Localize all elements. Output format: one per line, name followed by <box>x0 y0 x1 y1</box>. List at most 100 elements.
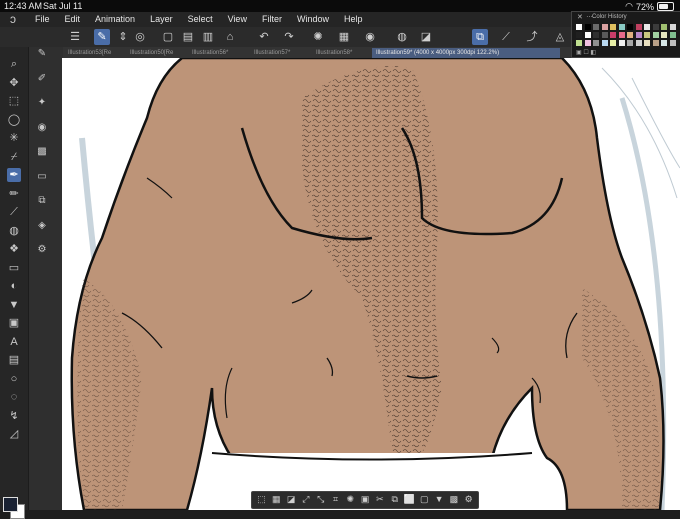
hand-icon[interactable]: ⌂ <box>222 29 238 45</box>
tab-illustration-2[interactable]: Illustration56* <box>188 48 254 58</box>
transform-icon[interactable]: ✺ <box>310 29 326 45</box>
color-swatch[interactable] <box>635 40 642 46</box>
color-swatch[interactable] <box>593 24 599 30</box>
color-swatch[interactable] <box>635 24 642 30</box>
balloon-icon[interactable]: ◌ <box>7 390 21 404</box>
pen-icon[interactable]: ✎ <box>94 29 110 45</box>
stepper-icon[interactable]: ⇕ <box>115 29 131 45</box>
color-swatch[interactable] <box>601 40 608 46</box>
color-swatch[interactable] <box>669 32 676 38</box>
effect-icon[interactable]: ✦ <box>35 96 49 110</box>
decoration-icon[interactable]: ❖ <box>7 242 21 256</box>
color-swatch[interactable] <box>576 40 582 46</box>
color-swatch[interactable] <box>610 24 616 30</box>
wand-icon[interactable]: ✳ <box>7 131 21 145</box>
color-swatch[interactable] <box>610 32 616 38</box>
ellipse-icon[interactable]: ○ <box>7 372 21 386</box>
menu-icon[interactable]: ☰ <box>67 29 83 45</box>
close-icon[interactable]: ✕ <box>577 13 583 21</box>
marker-icon[interactable]: ✐ <box>35 72 49 86</box>
color-swatch[interactable] <box>593 40 599 46</box>
crop-icon[interactable]: ⌗ <box>329 493 342 506</box>
menu-window[interactable]: Window <box>297 14 329 24</box>
zoom-icon[interactable]: ⌕ <box>7 57 21 71</box>
layers-icon[interactable]: ◈ <box>35 219 49 233</box>
color-swatch[interactable] <box>618 24 625 30</box>
color-swatch[interactable] <box>627 32 633 38</box>
color-swatch[interactable] <box>652 40 659 46</box>
color-swatch[interactable] <box>669 24 676 30</box>
tab-illustration-4[interactable]: Illustration58* <box>312 48 376 58</box>
color-swatch[interactable] <box>627 24 633 30</box>
select-all-icon[interactable]: ✺ <box>344 493 357 506</box>
dot-icon[interactable]: ◉ <box>35 121 49 135</box>
pen-tool-icon[interactable]: ✒ <box>7 168 21 182</box>
tab-illustration-5[interactable]: Illustration59* (4000 x 4000px 300dpi 12… <box>372 48 560 58</box>
color-swatch[interactable] <box>610 40 616 46</box>
menu-filter[interactable]: Filter <box>262 14 282 24</box>
color-swatch[interactable] <box>601 24 608 30</box>
ruler-icon[interactable]: ⟋ <box>498 29 514 45</box>
menu-animation[interactable]: Animation <box>95 14 135 24</box>
cut-icon[interactable]: ✂ <box>373 493 386 506</box>
clear-icon[interactable]: ⬚ <box>255 493 268 506</box>
color-swatch[interactable] <box>669 40 676 46</box>
color-swatch[interactable] <box>652 24 659 30</box>
lasso-tool-icon[interactable]: ◯ <box>7 113 21 127</box>
color-swatch[interactable] <box>584 32 591 38</box>
deselect-icon[interactable]: ▣ <box>359 493 372 506</box>
move-icon[interactable]: ✥ <box>7 76 21 90</box>
tab-illustration-0[interactable]: Illustration53[Re <box>64 48 130 58</box>
eraser-icon[interactable]: ▭ <box>7 261 21 275</box>
shrink-icon[interactable]: ⤡ <box>314 493 327 506</box>
border-icon[interactable]: ⧉ <box>472 29 488 45</box>
color-swatch[interactable] <box>644 32 650 38</box>
menu-select[interactable]: Select <box>188 14 213 24</box>
select-icon[interactable]: ▦ <box>336 29 352 45</box>
invert-sel-icon[interactable]: ◪ <box>285 493 298 506</box>
lasso-icon[interactable]: ◉ <box>362 29 378 45</box>
gradient-icon[interactable]: ▣ <box>7 316 21 330</box>
brush-icon[interactable]: ⟋ <box>7 205 21 219</box>
color-swatch[interactable] <box>618 40 625 46</box>
color-swatch[interactable] <box>652 32 659 38</box>
save-icon[interactable]: ▥ <box>200 29 216 45</box>
color-swatch[interactable] <box>618 32 625 38</box>
drawing-canvas[interactable] <box>62 58 680 510</box>
color-swatch[interactable] <box>661 40 667 46</box>
clip-studio-icon[interactable]: ↄ <box>10 13 23 26</box>
blend-icon[interactable]: ◐ <box>7 279 21 293</box>
open-file-icon[interactable]: ▤ <box>180 29 196 45</box>
fill-icon[interactable]: ◍ <box>394 29 410 45</box>
color-swatch[interactable] <box>576 24 582 30</box>
copy-sel-icon[interactable]: ⧉ <box>388 493 401 506</box>
settings-icon[interactable]: ⚙ <box>35 243 49 257</box>
pencil-icon[interactable]: ✏ <box>7 187 21 201</box>
eyedropper-icon[interactable]: ⌿ <box>7 150 21 164</box>
color-swatch[interactable] <box>593 32 599 38</box>
layer-icon[interactable]: ◎ <box>132 29 148 45</box>
airbrush-icon[interactable]: ◍ <box>7 224 21 238</box>
text-icon[interactable]: A <box>7 335 21 349</box>
color-swatch[interactable] <box>584 40 591 46</box>
menu-edit[interactable]: Edit <box>65 14 81 24</box>
redo-icon[interactable]: ↷ <box>281 29 297 45</box>
tab-illustration-1[interactable]: Illustration50[Re <box>126 48 192 58</box>
selection-icon[interactable]: ⬚ <box>7 94 21 108</box>
transform-sel-icon[interactable]: ⬜ <box>403 493 416 506</box>
ruler-tool-icon[interactable]: ◿ <box>7 427 21 441</box>
fill-sel-icon[interactable]: ▦ <box>270 493 283 506</box>
color-swatch[interactable] <box>635 32 642 38</box>
correction-icon[interactable]: ↯ <box>7 409 21 423</box>
menu-help[interactable]: Help <box>344 14 363 24</box>
menu-view[interactable]: View <box>228 14 247 24</box>
border-sel-icon[interactable]: ▢ <box>418 493 431 506</box>
color-swatch[interactable] <box>661 24 667 30</box>
settings-sel-icon[interactable]: ⚙ <box>462 493 475 506</box>
tab-illustration-3[interactable]: Illustration57* <box>250 48 316 58</box>
expand-icon[interactable]: ⤢ <box>299 493 312 506</box>
fill-tool-icon[interactable]: ▼ <box>7 298 21 312</box>
color-swatch[interactable] <box>661 32 667 38</box>
color-swatch[interactable] <box>584 24 591 30</box>
color-swatch[interactable] <box>644 24 650 30</box>
